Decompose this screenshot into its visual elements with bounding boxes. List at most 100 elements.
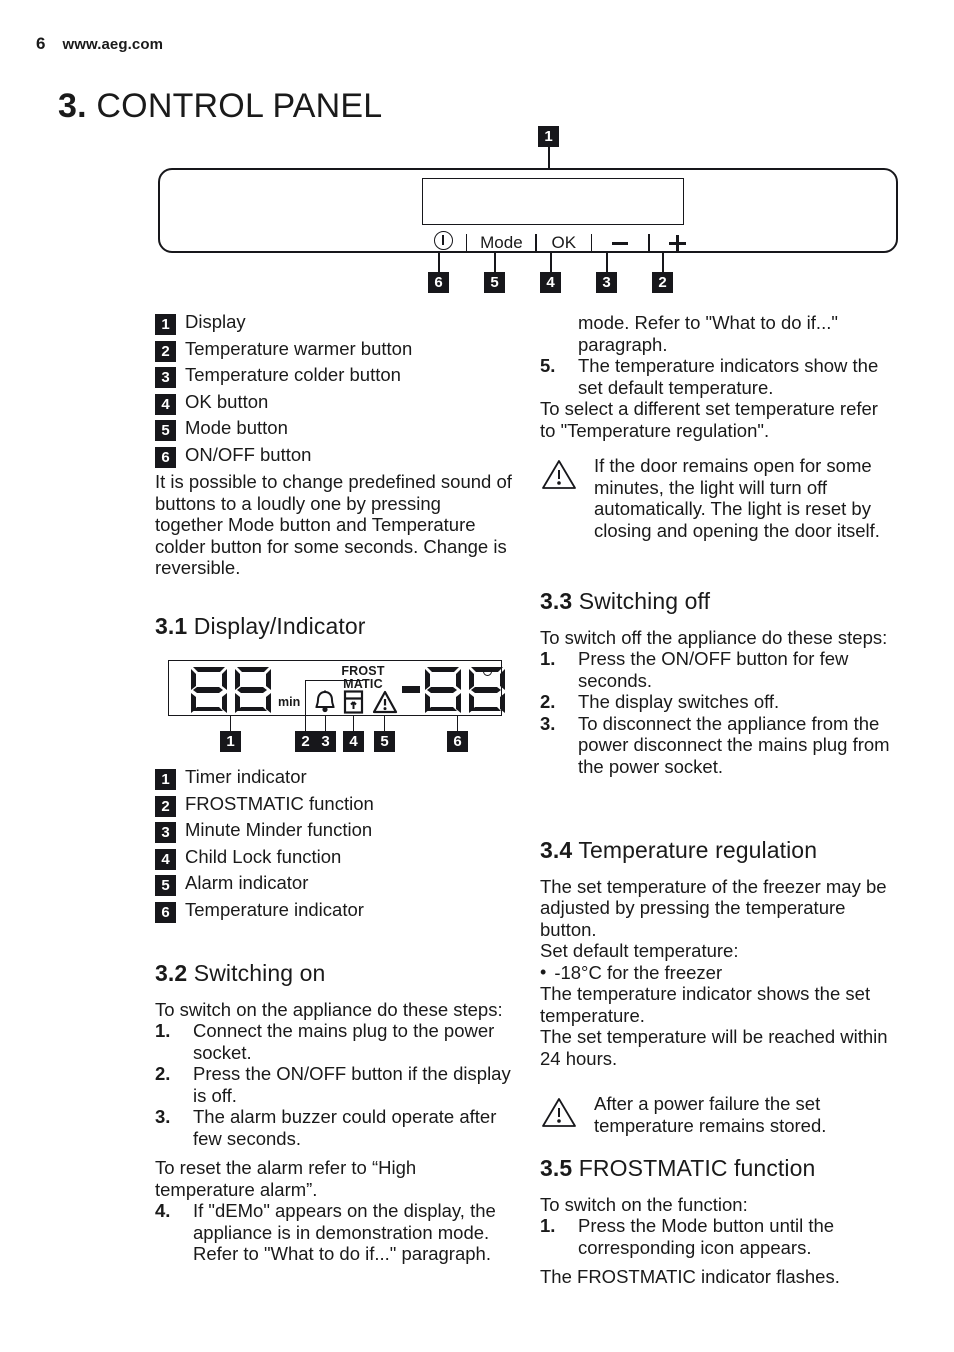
legend-label: FROSTMATIC function: [185, 792, 374, 814]
lcd-callout-6: 6: [447, 731, 468, 752]
lcd-leader-3: [325, 716, 327, 731]
section-35-step1-note: The FROSTMATIC indicator flashes.: [540, 1266, 840, 1287]
plus-icon: [669, 235, 687, 253]
legend-label: Temperature warmer button: [185, 337, 413, 359]
leader-line-ok: [550, 253, 552, 273]
legend-number: 6: [155, 446, 176, 468]
section-33-steps: 1. Press the ON/OFF button for few secon…: [540, 648, 898, 777]
section-33-block: 3.3 Switching off To switch off the appl…: [540, 590, 898, 777]
step-marker: 1.: [540, 1215, 556, 1236]
legend-label: Timer indicator: [185, 766, 307, 787]
legend-number: 2: [155, 340, 176, 362]
list-item: 5. The temperature indicators show the s…: [540, 355, 898, 398]
lcd-leader-2h: [305, 680, 363, 682]
power-note-text: After a power failure the set temperatur…: [594, 1093, 827, 1136]
list-item: 3. To disconnect the appliance from the …: [540, 713, 898, 778]
section-35-steps: 1. Press the Mode button until the corre…: [540, 1215, 898, 1258]
step-marker: 2.: [155, 1063, 171, 1084]
leader-line-colder: [606, 253, 608, 273]
legend-label: OK button: [185, 390, 269, 412]
bell-icon: [315, 690, 335, 713]
step-marker: 4.: [155, 1200, 171, 1221]
section-34-heading: 3.4 Temperature regulation: [540, 837, 898, 863]
section-35-number: 3.5: [540, 1155, 573, 1181]
panel-button-row: Mode OK: [420, 228, 720, 258]
lcd-callout-4: 4: [343, 731, 364, 752]
section-34-para2: Set default temperature:: [540, 940, 739, 961]
frostmatic-label: FROST MATIC: [341, 664, 385, 691]
legend-label: ON/OFF button: [185, 443, 312, 465]
list-item: 3. The alarm buzzer could operate after …: [155, 1106, 513, 1149]
step-marker: 3.: [540, 712, 556, 734]
legend-number: 6: [155, 901, 176, 923]
callout-onoff: 6: [428, 272, 449, 293]
legend-number: 4: [155, 393, 176, 415]
list-item: 3 Temperature colder button: [155, 365, 513, 388]
section-32-steps-right: mode. Refer to "What to do if..." paragr…: [540, 312, 898, 398]
list-item: 1 Display: [155, 312, 513, 335]
right-column-top: mode. Refer to "What to do if..." paragr…: [540, 312, 898, 441]
step-text: Press the ON/OFF button if the display i…: [193, 1063, 511, 1106]
step-marker: 1.: [155, 1020, 171, 1041]
callout-mode: 5: [484, 272, 505, 293]
step-text: Press the ON/OFF button for few seconds.: [578, 648, 849, 691]
step-marker: 1.: [540, 648, 556, 669]
door-note: If the door remains open for some minute…: [540, 455, 898, 541]
bullet-icon: •: [540, 961, 547, 982]
leader-line-onoff: [438, 253, 440, 273]
left-column: 1 Display 2 Temperature warmer button 3 …: [155, 312, 513, 579]
legend-number: 3: [155, 822, 176, 843]
section-34-block: 3.4 Temperature regulation The set tempe…: [540, 837, 898, 1069]
mode-button[interactable]: Mode: [467, 233, 535, 253]
section-31-heading-block: 3.1 Display/Indicator: [155, 613, 513, 639]
section-31-title: Display/Indicator: [193, 613, 366, 639]
list-item: 5 Alarm indicator: [155, 873, 513, 896]
section-35-intro: To switch on the function:: [540, 1193, 748, 1215]
legend-number: 2: [155, 795, 176, 817]
warning-triangle-icon: [542, 460, 576, 489]
section-35-heading: 3.5 FROSTMATIC function: [540, 1155, 898, 1181]
warning-triangle-icon: [372, 690, 398, 714]
section-34-para1: The set temperature of the freezer may b…: [540, 875, 887, 940]
page-header: 6 www.aeg.com: [36, 34, 163, 54]
list-item: 5 Mode button: [155, 418, 513, 441]
panel-legend-list: 1 Display 2 Temperature warmer button 3 …: [155, 312, 513, 468]
step-marker: 3.: [155, 1106, 171, 1127]
bullet-text: -18°C for the freezer: [554, 961, 723, 983]
legend-number: 3: [155, 367, 176, 388]
section-34-title: Temperature regulation: [578, 837, 818, 863]
leader-line-warmer: [662, 253, 664, 273]
display-indicator-diagram: min FROST MATIC 1 2 3 4 5 6: [168, 660, 513, 755]
legend-label: Temperature indicator: [185, 898, 364, 920]
step-text: If "dEMo" appears on the display, the ap…: [193, 1200, 496, 1264]
section-31-number: 3.1: [155, 613, 188, 639]
list-item: 1 Timer indicator: [155, 767, 513, 790]
onoff-button[interactable]: [420, 231, 466, 255]
section-32-intro: To switch on the appliance do these step…: [155, 998, 503, 1020]
list-item: mode. Refer to "What to do if..." paragr…: [540, 312, 898, 355]
step-text: To disconnect the appliance from the pow…: [578, 712, 890, 777]
display-legend-list: 1 Timer indicator 2 FROSTMATIC function …: [155, 767, 513, 923]
temperature-warmer-button[interactable]: [650, 233, 706, 253]
list-item: 6 ON/OFF button: [155, 443, 513, 468]
lcd-callout-3: 3: [315, 731, 336, 752]
degree-icon: [483, 667, 492, 676]
child-lock-icon: [343, 690, 364, 714]
legend-number: 4: [155, 848, 176, 870]
step-text: The display switches off.: [578, 691, 780, 712]
legend-number: 1: [155, 314, 176, 335]
section-32-title: Switching on: [193, 960, 326, 986]
ok-button[interactable]: OK: [537, 233, 591, 253]
lcd-leader-1: [230, 716, 232, 731]
lcd-leader-6: [457, 716, 459, 731]
section-34-para3: The temperature indicator shows the set …: [540, 983, 871, 1026]
section-32-number: 3.2: [155, 960, 188, 986]
list-item: 2 FROSTMATIC function: [155, 792, 513, 817]
control-panel-diagram: 1 Mode OK 6 5 4 3 2: [150, 126, 910, 296]
callout-ok: 4: [540, 272, 561, 293]
list-item: 4 Child Lock function: [155, 846, 513, 870]
temperature-colder-button[interactable]: [592, 233, 648, 253]
legend-label: Mode button: [185, 417, 288, 438]
list-item: 1. Press the Mode button until the corre…: [540, 1215, 898, 1258]
power-failure-note: After a power failure the set temperatur…: [540, 1093, 898, 1136]
